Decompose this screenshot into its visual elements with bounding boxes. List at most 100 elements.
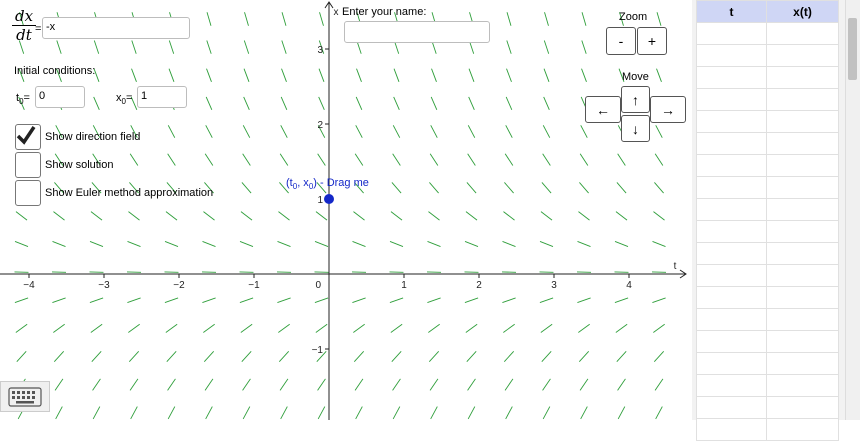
spreadsheet-cell[interactable] (767, 265, 839, 287)
slope-segment (428, 324, 439, 332)
slope-segment (465, 241, 478, 246)
spreadsheet-cell[interactable] (697, 89, 767, 111)
slope-segment (169, 40, 173, 53)
spreadsheet-cell[interactable] (767, 309, 839, 331)
spreadsheet-row[interactable] (697, 133, 839, 155)
spreadsheet-cell[interactable] (697, 309, 767, 331)
spreadsheet-row[interactable] (697, 45, 839, 67)
spreadsheet-cell[interactable] (767, 287, 839, 309)
direction-field-checkbox[interactable] (15, 124, 41, 150)
spreadsheet-cell[interactable] (697, 133, 767, 155)
spreadsheet-cell[interactable] (697, 155, 767, 177)
spreadsheet-cell[interactable] (697, 375, 767, 397)
slope-segment (282, 40, 286, 53)
move-left-button[interactable]: ← (585, 96, 621, 123)
zoom-in-button[interactable]: + (637, 27, 667, 55)
graphics-view[interactable]: −4−3−2−11234321−10tx dx dt = -x Initial … (0, 0, 692, 420)
spreadsheet-row[interactable] (697, 309, 839, 331)
spreadsheet-cell[interactable] (697, 419, 767, 441)
slope-segment (165, 298, 178, 303)
keyboard-button[interactable] (0, 381, 50, 412)
slope-segment (206, 97, 212, 110)
spreadsheet-row[interactable] (697, 397, 839, 419)
vertical-scrollbar[interactable] (845, 0, 860, 420)
spreadsheet-cell[interactable] (767, 199, 839, 221)
move-right-button[interactable]: → (650, 96, 686, 123)
spreadsheet-cell[interactable] (697, 67, 767, 89)
spreadsheet-cell[interactable] (767, 331, 839, 353)
spreadsheet-cell[interactable] (767, 243, 839, 265)
spreadsheet-cell[interactable] (767, 375, 839, 397)
spreadsheet-row[interactable] (697, 23, 839, 45)
spreadsheet-row[interactable] (697, 419, 839, 441)
spreadsheet-table[interactable]: t x(t) (696, 0, 839, 441)
spreadsheet-row[interactable] (697, 221, 839, 243)
spreadsheet-cell[interactable] (697, 331, 767, 353)
slope-segment (582, 69, 587, 82)
slope-segment (618, 154, 626, 166)
spreadsheet-cell[interactable] (767, 133, 839, 155)
column-header-t[interactable]: t (697, 1, 767, 23)
spreadsheet-cell[interactable] (697, 397, 767, 419)
slope-field-plot[interactable]: −4−3−2−11234321−10tx (0, 0, 692, 420)
t0-label: t0= (16, 92, 30, 104)
spreadsheet-row[interactable] (697, 89, 839, 111)
name-input[interactable] (344, 21, 490, 43)
spreadsheet-row[interactable] (697, 155, 839, 177)
slope-segment (541, 324, 552, 332)
spreadsheet-cell[interactable] (767, 111, 839, 133)
slope-segment (279, 351, 288, 361)
spreadsheet-cell[interactable] (697, 45, 767, 67)
equation-input[interactable]: -x (42, 17, 190, 39)
spreadsheet-row[interactable] (697, 353, 839, 375)
move-up-button[interactable]: ↑ (621, 86, 650, 113)
spreadsheet-row[interactable] (697, 375, 839, 397)
spreadsheet-cell[interactable] (697, 353, 767, 375)
spreadsheet-row[interactable] (697, 111, 839, 133)
spreadsheet-cell[interactable] (767, 155, 839, 177)
spreadsheet-cell[interactable] (697, 177, 767, 199)
euler-approximation-checkbox[interactable] (15, 180, 41, 206)
spreadsheet-cell[interactable] (767, 45, 839, 67)
spreadsheet-row[interactable] (697, 287, 839, 309)
slope-segment (280, 379, 288, 391)
spreadsheet-row[interactable] (697, 265, 839, 287)
spreadsheet-cell[interactable] (767, 23, 839, 45)
column-header-xt[interactable]: x(t) (767, 1, 839, 23)
slope-segment (506, 407, 513, 419)
slope-segment (166, 324, 177, 332)
spreadsheet-row[interactable] (697, 331, 839, 353)
spreadsheet-cell[interactable] (767, 221, 839, 243)
slope-segment (427, 298, 440, 303)
slope-segment (204, 351, 213, 361)
spreadsheet-cell[interactable] (697, 221, 767, 243)
spreadsheet-row[interactable] (697, 67, 839, 89)
spreadsheet-cell[interactable] (697, 287, 767, 309)
move-down-button[interactable]: ↓ (621, 115, 650, 142)
spreadsheet-cell[interactable] (697, 111, 767, 133)
spreadsheet-cell[interactable] (697, 243, 767, 265)
spreadsheet-cell[interactable] (767, 67, 839, 89)
spreadsheet-cell[interactable] (697, 199, 767, 221)
show-solution-checkbox[interactable] (15, 152, 41, 178)
spreadsheet-cell[interactable] (767, 89, 839, 111)
spreadsheet-cell[interactable] (697, 265, 767, 287)
initial-point[interactable] (324, 194, 334, 204)
slope-segment (657, 12, 661, 25)
scrollbar-thumb[interactable] (848, 18, 857, 80)
spreadsheet-cell[interactable] (767, 419, 839, 441)
spreadsheet-row[interactable] (697, 177, 839, 199)
slope-segment (507, 69, 512, 82)
spreadsheet-row[interactable] (697, 243, 839, 265)
spreadsheet-cell[interactable] (697, 23, 767, 45)
spreadsheet-cell[interactable] (767, 353, 839, 375)
slope-segment (130, 154, 138, 166)
spreadsheet-row[interactable] (697, 199, 839, 221)
t0-input[interactable]: 0 (35, 86, 85, 108)
spreadsheet-cell[interactable] (767, 177, 839, 199)
zoom-out-button[interactable]: - (606, 27, 636, 55)
show-solution-label: Show solution (45, 159, 114, 171)
x0-input[interactable]: 1 (137, 86, 187, 108)
spreadsheet-cell[interactable] (767, 397, 839, 419)
caption-sub-x: 0 (309, 182, 313, 191)
